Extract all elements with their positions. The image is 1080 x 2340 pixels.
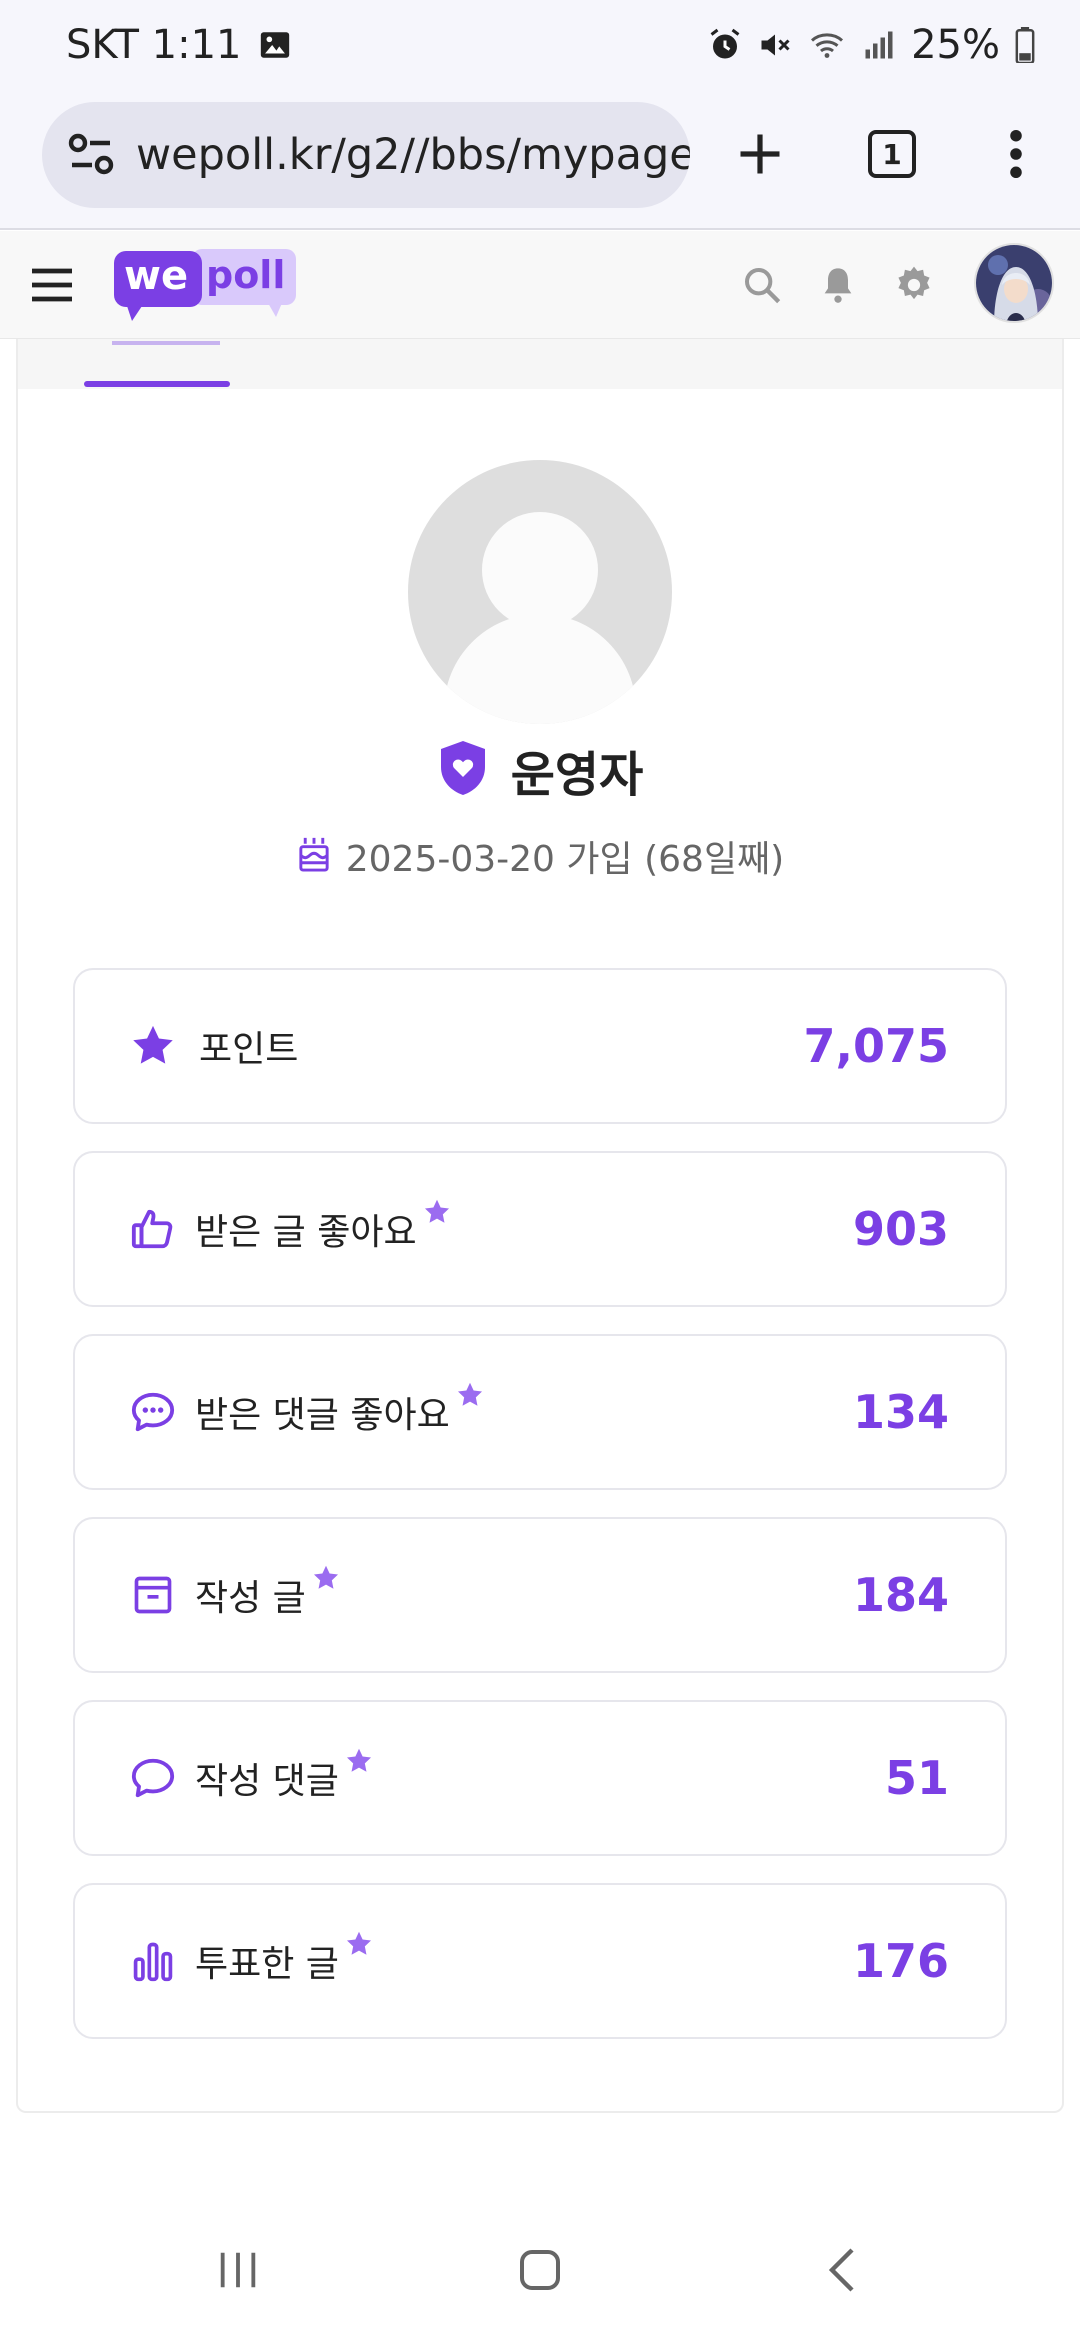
comment-icon [129, 1754, 177, 1802]
bar-chart-icon [129, 1937, 177, 1985]
url-text: wepoll.kr/g2//bbs/mypage.p [136, 130, 690, 180]
star-badge-icon [345, 1747, 373, 1775]
stat-value: 184 [852, 1568, 949, 1622]
stat-card-received-comment-likes[interactable]: 받은 댓글 좋아요 134 [73, 1334, 1007, 1490]
search-icon[interactable] [736, 259, 788, 311]
tab-count: 1 [868, 130, 916, 178]
recent-apps-icon [220, 2252, 256, 2288]
stat-card-written-posts[interactable]: 작성 글 184 [73, 1517, 1007, 1673]
tab-switcher-button[interactable]: 1 [852, 114, 932, 194]
bell-icon[interactable] [812, 259, 864, 311]
back-icon [828, 2248, 854, 2292]
logo-we: we [124, 253, 189, 299]
star-badge-icon [456, 1381, 484, 1409]
stat-label: 작성 댓글 [195, 1761, 339, 1802]
wepoll-logo[interactable]: we poll [110, 245, 300, 325]
profile-name-row: 운영자 [0, 730, 1080, 810]
profile-name: 운영자 [510, 747, 644, 803]
join-date-row: 2025-03-20 가입 (68일째) [0, 826, 1080, 886]
site-settings-icon[interactable] [62, 125, 122, 185]
star-badge-icon [312, 1564, 340, 1592]
stat-label: 받은 댓글 좋아요 [195, 1395, 450, 1436]
stat-value: 7,075 [803, 1019, 949, 1073]
new-tab-button[interactable] [720, 114, 800, 194]
thumbs-up-icon [129, 1205, 177, 1253]
mute-icon [757, 27, 793, 63]
battery-icon [1014, 27, 1036, 63]
stat-value: 134 [852, 1385, 949, 1439]
stat-card-voted-posts[interactable]: 투표한 글 176 [73, 1883, 1007, 2039]
gallery-icon [258, 28, 292, 62]
gear-icon[interactable] [888, 259, 940, 311]
status-bar: SKT 1:11 25% [0, 0, 1080, 100]
star-badge-icon [345, 1930, 373, 1958]
status-right: 25% [707, 22, 1036, 68]
stat-card-written-comments[interactable]: 작성 댓글 51 [73, 1700, 1007, 1856]
site-header: we poll [0, 231, 1080, 339]
birthday-cake-icon [296, 835, 332, 877]
recent-apps-button[interactable] [198, 2230, 278, 2310]
alarm-icon [707, 27, 743, 63]
stat-label: 작성 글 [195, 1578, 306, 1619]
system-nav-bar [0, 2200, 1080, 2340]
stat-card-received-post-likes[interactable]: 받은 글 좋아요 903 [73, 1151, 1007, 1307]
home-icon [520, 2250, 560, 2290]
back-button[interactable] [802, 2230, 882, 2310]
user-avatar[interactable] [974, 243, 1054, 323]
stat-card-points[interactable]: 포인트 7,075 [73, 968, 1007, 1124]
more-vertical-icon [1010, 129, 1022, 179]
archive-icon [129, 1571, 177, 1619]
star-badge-icon [423, 1198, 451, 1226]
star-icon [129, 1022, 177, 1070]
profile-avatar [408, 460, 672, 724]
plus-icon [740, 134, 780, 174]
signal-icon [861, 27, 897, 63]
menu-icon[interactable] [28, 261, 76, 309]
address-bar[interactable]: wepoll.kr/g2//bbs/mypage.p [42, 102, 690, 208]
stat-label: 받은 글 좋아요 [195, 1212, 417, 1253]
logo-poll: poll [206, 253, 286, 297]
stat-label: 투표한 글 [195, 1944, 339, 1985]
shield-heart-icon [437, 739, 489, 801]
status-left: SKT 1:11 [66, 22, 292, 68]
stat-value: 51 [884, 1751, 949, 1805]
home-button[interactable] [500, 2230, 580, 2310]
stat-value: 903 [852, 1202, 949, 1256]
browser-menu-button[interactable] [976, 114, 1056, 194]
stats-list: 포인트 7,075 받은 글 좋아요 903 받은 댓글 좋아요 134 작성 … [73, 968, 1007, 2066]
wifi-icon [807, 27, 847, 63]
stat-label: 포인트 [199, 1029, 299, 1070]
carrier-time: SKT 1:11 [66, 22, 242, 68]
browser-toolbar: wepoll.kr/g2//bbs/mypage.p 1 [0, 100, 1080, 230]
comment-dots-icon [129, 1388, 177, 1436]
stat-value: 176 [852, 1934, 949, 1988]
join-date-text: 2025-03-20 가입 (68일째) [345, 839, 785, 880]
battery-percent: 25% [911, 22, 1000, 68]
